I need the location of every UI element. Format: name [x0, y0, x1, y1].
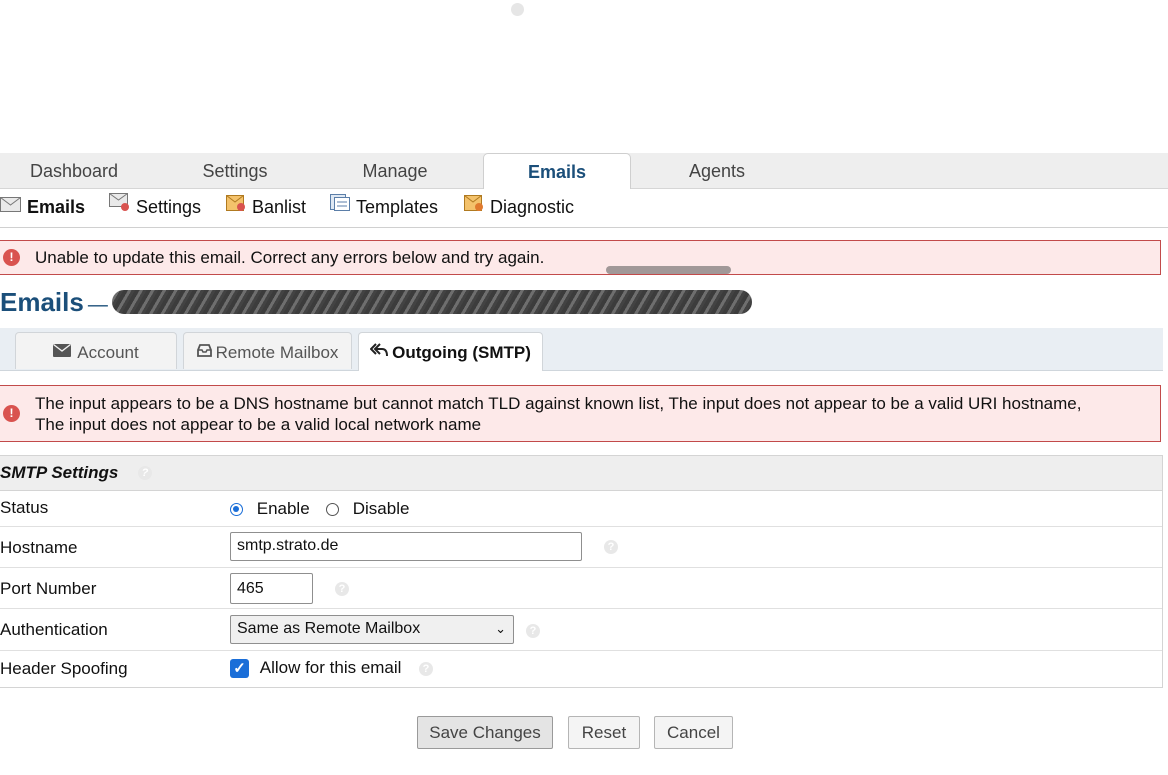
envelope-settings-icon — [109, 188, 130, 224]
error-icon: ! — [3, 249, 20, 266]
subnav-templates[interactable]: Templates — [330, 189, 438, 225]
subnav-banlist-label: Banlist — [252, 197, 307, 217]
smtp-settings-table: SMTP Settings ? Status Enable Disable Ho… — [0, 455, 1163, 688]
page-title-text: Emails — [0, 287, 84, 317]
hostname-label: Hostname — [0, 538, 78, 557]
validation-error-alert: ! The input appears to be a DNS hostname… — [0, 385, 1161, 442]
sub-navigation: Emails Settings Banlist Templates Diagno… — [0, 189, 1168, 228]
status-enable-option[interactable]: Enable — [230, 499, 310, 519]
subnav-banlist[interactable]: Banlist — [226, 189, 306, 225]
envelope-icon — [0, 188, 21, 224]
tab-outgoing-smtp-label: Outgoing (SMTP) — [392, 343, 531, 362]
page-title-separator: — — [87, 294, 108, 316]
tab-remote-mailbox[interactable]: Remote Mailbox — [183, 332, 352, 369]
authentication-select[interactable]: Same as Remote Mailbox ⌄ — [230, 615, 514, 644]
status-disable-option[interactable]: Disable — [326, 499, 409, 519]
nav-tab-manage[interactable]: Manage — [320, 153, 470, 188]
subnav-templates-label: Templates — [356, 197, 439, 217]
authentication-label: Authentication — [0, 620, 108, 639]
header-spoofing-label: Header Spoofing — [0, 659, 128, 678]
reply-all-icon — [369, 332, 389, 372]
subnav-diagnostic[interactable]: Diagnostic — [464, 189, 574, 225]
nav-tab-agents[interactable]: Agents — [642, 153, 792, 188]
hostname-row: Hostname smtp.strato.de ? — [0, 527, 1162, 568]
status-enable-radio[interactable] — [230, 503, 243, 517]
tab-remote-mailbox-label: Remote Mailbox — [215, 343, 339, 362]
header-spoofing-option-label: Allow for this email — [259, 658, 402, 677]
validation-error-line-2: The input does not appear to be a valid … — [35, 415, 482, 434]
envelope-icon — [53, 332, 72, 372]
smtp-settings-header: SMTP Settings ? — [0, 456, 1162, 491]
header-spoofing-option[interactable]: ✓ Allow for this email — [230, 658, 402, 679]
status-disable-radio[interactable] — [326, 503, 339, 517]
port-input[interactable]: 465 — [230, 573, 313, 604]
templates-icon — [330, 188, 350, 224]
port-label: Port Number — [0, 579, 97, 598]
status-disable-label: Disable — [352, 499, 410, 518]
update-error-message: Unable to update this email. Correct any… — [35, 248, 545, 267]
diagnostic-icon — [464, 188, 484, 224]
port-row: Port Number 465 ? — [0, 568, 1162, 609]
email-tabs: Account Remote Mailbox Outgoing (SMTP) — [0, 328, 1163, 371]
update-error-alert: ! Unable to update this email. Correct a… — [0, 240, 1161, 275]
status-enable-label: Enable — [256, 499, 310, 518]
subnav-settings[interactable]: Settings — [109, 189, 201, 225]
subnav-emails[interactable]: Emails — [0, 189, 85, 225]
tab-account-label: Account — [77, 343, 139, 362]
subnav-emails-label: Emails — [27, 197, 86, 217]
tab-account[interactable]: Account — [15, 332, 177, 369]
status-label: Status — [0, 498, 49, 517]
redacted-email-name — [111, 290, 752, 315]
top-navigation: Dashboard Settings Manage Emails Agents — [0, 153, 1168, 190]
banlist-icon — [226, 188, 246, 224]
error-icon: ! — [3, 405, 20, 422]
nav-tab-settings[interactable]: Settings — [160, 153, 310, 188]
subnav-settings-label: Settings — [136, 197, 202, 217]
authentication-selected-value: Same as Remote Mailbox — [237, 620, 421, 637]
help-icon[interactable]: ? — [419, 662, 433, 676]
inbox-icon — [196, 332, 212, 372]
subnav-diagnostic-label: Diagnostic — [490, 197, 575, 217]
save-changes-button[interactable]: Save Changes — [417, 716, 553, 749]
tab-outgoing-smtp[interactable]: Outgoing (SMTP) — [358, 332, 543, 371]
smtp-settings-title: SMTP Settings — [0, 463, 119, 482]
help-icon[interactable]: ? — [335, 582, 349, 596]
help-icon[interactable]: ? — [604, 540, 618, 554]
hostname-input[interactable]: smtp.strato.de — [230, 532, 582, 561]
help-icon[interactable]: ? — [526, 624, 540, 638]
help-icon[interactable]: ? — [138, 466, 152, 480]
validation-error-message: The input appears to be a DNS hostname b… — [35, 393, 1081, 435]
nav-tab-emails[interactable]: Emails — [483, 153, 631, 190]
nav-tab-dashboard[interactable]: Dashboard — [0, 153, 148, 188]
validation-error-line-1: The input appears to be a DNS hostname b… — [35, 394, 1082, 413]
redaction-mark — [606, 266, 731, 274]
status-row: Status Enable Disable — [0, 491, 1162, 527]
header-spoofing-checkbox[interactable]: ✓ — [230, 659, 249, 679]
loading-spinner — [511, 3, 524, 16]
header-spoofing-row: Header Spoofing ✓ Allow for this email ? — [0, 651, 1162, 687]
reset-button[interactable]: Reset — [568, 716, 640, 749]
chevron-down-icon: ⌄ — [495, 621, 506, 636]
page-title: Emails — — [0, 287, 752, 318]
authentication-row: Authentication Same as Remote Mailbox ⌄ … — [0, 609, 1162, 651]
cancel-button[interactable]: Cancel — [654, 716, 733, 749]
